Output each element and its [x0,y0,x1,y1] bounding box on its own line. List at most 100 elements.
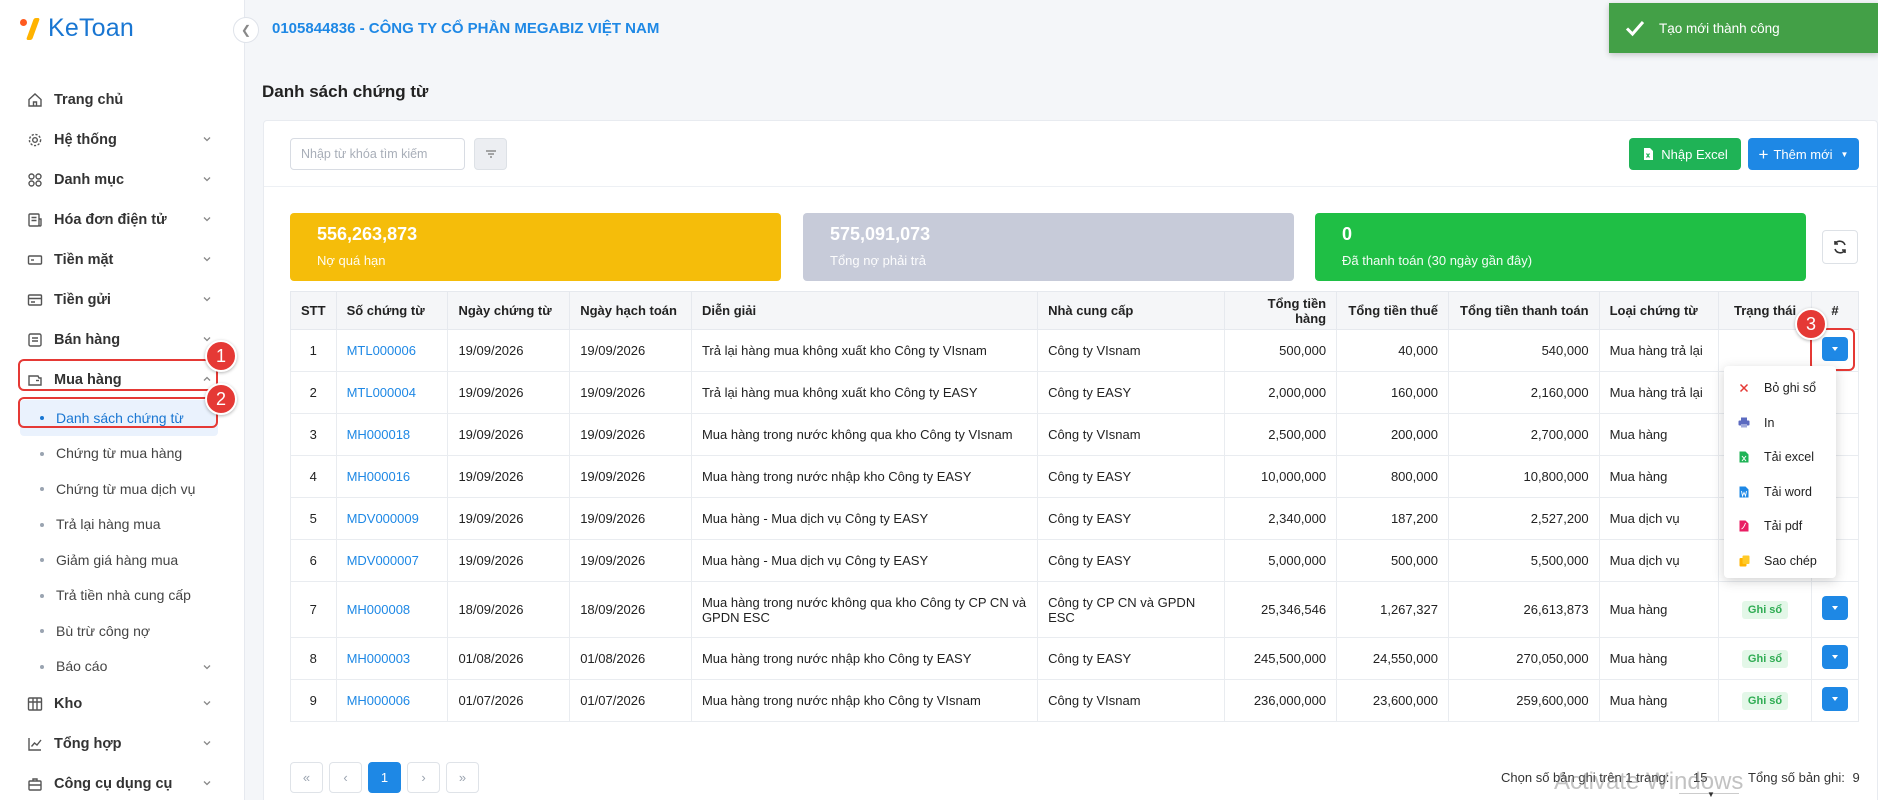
voucher-number[interactable]: MH000008 [347,602,411,617]
import-excel-button[interactable]: Nhập Excel [1629,138,1741,170]
table-cell: 26,613,873 [1447,581,1600,638]
submenu-item-tra-tien-ncc[interactable]: Trả tiền nhà cung cấp [0,578,244,614]
table-row[interactable]: 8 MH000003 01/08/2026 01/08/2026 Mua hàng tr… [290,637,1860,680]
filter-button[interactable] [474,138,507,170]
menu-item-label: Tải pdf [1764,519,1803,534]
row-action-dropdown-button[interactable] [1821,645,1848,669]
page-button-current[interactable]: 1 [368,762,401,793]
first-page-button[interactable]: « [290,762,323,793]
voucher-number-link[interactable]: MDV000007 [335,539,449,582]
table-row[interactable]: 1 MTL000006 19/09/2026 19/09/2026 Trả lại hà… [290,329,1860,372]
sidebar-item-cong-cu[interactable]: Công cụ dụng cụ [0,764,244,800]
sidebar-item-kho[interactable]: Kho [0,684,244,724]
prev-page-button[interactable]: ‹ [329,762,362,793]
submenu-item-chung-tu-mua-hang[interactable]: Chứng từ mua hàng [0,436,244,472]
menu-item-tai-word[interactable]: Tải word [1724,475,1836,510]
table-cell: Mua hàng trong nước nhập kho Công ty VIs… [690,679,1039,722]
submenu-item-chung-tu-mua-dich-vu[interactable]: Chứng từ mua dịch vụ [0,471,244,507]
row-action-dropdown-button[interactable] [1821,687,1848,711]
row-action-dropdown-button[interactable] [1821,596,1848,620]
status-badge: Ghi sổ [1741,649,1789,668]
table-cell: 19/09/2026 [569,413,692,456]
table-cell: 01/07/2026 [447,679,571,722]
voucher-number-link[interactable]: MH000016 [335,455,449,498]
table-header-row: STT Số chứng từ Ngày chứng từ Ngày hạch … [290,291,1860,330]
table-row[interactable]: 4 MH000016 19/09/2026 19/09/2026 Mua hàng tr… [290,455,1860,498]
filter-icon [485,150,496,158]
voucher-number-link[interactable]: MH000018 [335,413,449,456]
column-header[interactable]: Tổng tiền thanh toán [1447,291,1600,330]
voucher-number[interactable]: MH000018 [347,427,411,442]
table-cell: 259,600,000 [1447,679,1600,722]
sidebar-item-he-thong[interactable]: Hệ thống [0,120,244,160]
voucher-number[interactable]: MH000006 [347,693,411,708]
gear-icon [26,131,44,149]
double-chevron-left-icon: « [302,770,311,785]
table-row[interactable]: 2 MTL000004 19/09/2026 19/09/2026 Trả lại hà… [290,371,1860,414]
menu-item-sao-chep[interactable]: Sao chép [1724,544,1836,579]
voucher-number[interactable]: MTL000004 [347,385,416,400]
table-cell: 1,267,327 [1336,581,1449,638]
table-cell: 19/09/2026 [569,539,692,582]
chevron-down-icon [203,701,211,706]
menu-item-in[interactable]: In [1724,406,1836,441]
table-cell: 23,600,000 [1336,679,1449,722]
voucher-number-link[interactable]: MH000003 [335,637,449,680]
menu-item-tai-excel[interactable]: Tải excel [1724,440,1836,475]
menu-item-tai-pdf[interactable]: Tải pdf [1724,509,1836,544]
last-page-button[interactable]: » [446,762,479,793]
submenu-item-bu-tru-cong-no[interactable]: Bù trừ công nợ [0,613,244,649]
sidebar-item-tong-hop[interactable]: Tổng hợp [0,724,244,764]
table-row[interactable]: 9 MH000006 01/07/2026 01/07/2026 Mua hàng tr… [290,679,1860,722]
annotation-highlight-mua-hang [18,359,218,391]
table-row[interactable]: 6 MDV000007 19/09/2026 19/09/2026 Mua hàng -… [290,539,1860,582]
sidebar-item-tien-mat[interactable]: Tiền mặt [0,240,244,280]
column-header[interactable]: Số chứng từ [335,291,449,330]
chevron-right-icon: › [421,770,426,785]
menu-item-bo-ghi-so[interactable]: Bỏ ghi sổ [1724,371,1836,406]
submenu-item-bao-cao[interactable]: Báo cáo [0,649,244,685]
voucher-number[interactable]: MDV000007 [347,553,419,568]
menu-item-label: Tải word [1764,484,1812,499]
column-header[interactable]: Ngày hạch toán [569,291,692,330]
search-input[interactable] [290,138,465,170]
voucher-number[interactable]: MTL000006 [347,343,416,358]
column-header[interactable]: Tổng tiền hàng [1224,291,1338,330]
app-logo[interactable]: KeToan [18,12,134,44]
sidebar-item-hoa-don[interactable]: Hóa đơn điện tử [0,200,244,240]
status-cell: Ghi sổ [1718,581,1812,638]
chevron-left-icon: ❮ [240,23,252,37]
table-cell: Mua hàng trong nước không qua kho Công t… [690,581,1039,638]
voucher-number-link[interactable]: MTL000004 [335,371,449,414]
refresh-button[interactable] [1822,230,1858,264]
table-cell: 8 [290,637,337,680]
total-label: Tổng số bản ghi: [1748,770,1845,785]
column-header[interactable]: Tổng tiền thuế [1336,291,1449,330]
pdf-file-icon [1738,520,1750,532]
column-header[interactable]: Loại chứng từ [1598,291,1720,330]
sidebar-item-trang-chu[interactable]: Trang chủ [0,80,244,120]
sidebar-item-tien-gui[interactable]: Tiền gửi [0,280,244,320]
column-header[interactable]: Nhà cung cấp [1037,291,1226,330]
table-row[interactable]: 3 MH000018 19/09/2026 19/09/2026 Mua hàng tr… [290,413,1860,456]
success-toast[interactable]: Tạo mới thành công [1609,3,1878,53]
voucher-number-link[interactable]: MTL000006 [335,329,449,372]
collapse-sidebar-button[interactable]: ❮ [233,17,259,43]
voucher-number[interactable]: MH000003 [347,651,411,666]
table-body: 1 MTL000006 19/09/2026 19/09/2026 Trả lại hà… [290,329,1860,722]
add-new-button[interactable]: + Thêm mới ▼ [1748,138,1859,170]
voucher-number-link[interactable]: MH000006 [335,679,449,722]
voucher-number[interactable]: MDV000009 [347,511,419,526]
voucher-number[interactable]: MH000016 [347,469,411,484]
voucher-number-link[interactable]: MH000008 [335,581,449,638]
table-row[interactable]: 5 MDV000009 19/09/2026 19/09/2026 Mua hàng -… [290,497,1860,540]
sidebar-item-danh-muc[interactable]: Danh mục [0,160,244,200]
column-header[interactable]: Ngày chứng từ [447,291,571,330]
table-row[interactable]: 7 MH000008 18/09/2026 18/09/2026 Mua hàng tr… [290,581,1860,638]
submenu-item-tra-lai-hang-mua[interactable]: Trả lại hàng mua [0,507,244,543]
voucher-number-link[interactable]: MDV000009 [335,497,449,540]
next-page-button[interactable]: › [407,762,440,793]
column-header[interactable]: Diễn giải [690,291,1039,330]
table-cell: Công ty EASY [1037,539,1226,582]
submenu-item-giam-gia-hang-mua[interactable]: Giảm giá hàng mua [0,542,244,578]
